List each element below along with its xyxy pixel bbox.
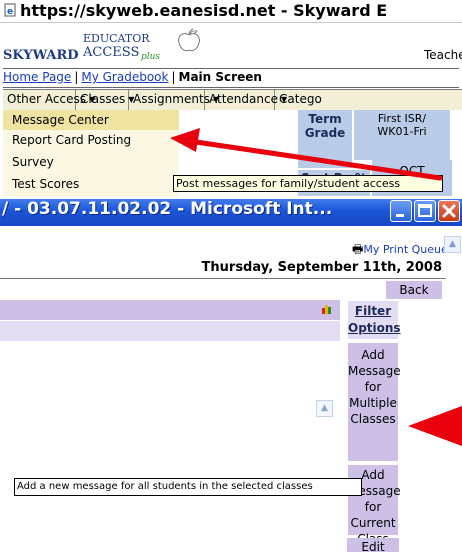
filter-label-line2: Options: [348, 321, 401, 335]
dropdown-item-test-scores[interactable]: Test Scores: [3, 174, 179, 194]
add-message-multiple-classes-button[interactable]: Add Message for Multiple Classes: [347, 342, 401, 462]
menu-classes-label: Classes: [80, 92, 126, 106]
breadcrumb-home-link[interactable]: Home Page: [3, 70, 71, 84]
printer-icon: 🖶: [352, 242, 364, 256]
class-subheader-band: [0, 321, 340, 341]
close-icon: [442, 204, 456, 218]
menu-attendance-label: Attendance: [209, 92, 278, 106]
back-button[interactable]: Back: [385, 280, 443, 300]
add-current-line3: for Current: [350, 500, 396, 530]
menu-attendance[interactable]: Attendance ▼: [205, 90, 287, 110]
assignment-header-line2: WK01-Fri: [377, 125, 427, 138]
assignment-header-cell[interactable]: First ISR/ WK01-Fri: [354, 110, 450, 160]
add-multi-line4: Classes: [350, 412, 396, 426]
filter-options-link[interactable]: Filter Options: [347, 300, 401, 340]
menu-bar: Other Access ▼ Classes ▼ Assignments ▼ Atte…: [3, 89, 462, 111]
window-title: / - 03.07.11.02.02 - Microsoft Int...: [2, 199, 333, 219]
window-title-url: https://skyweb.eanesisd.net - Skyward E: [20, 1, 388, 20]
apple-icon: [178, 28, 200, 52]
logo-educator-text: EDUCATOR: [83, 32, 150, 45]
scroll-up-icon[interactable]: ▲: [316, 400, 333, 417]
dropdown-item-message-center[interactable]: Message Center: [3, 110, 179, 130]
breadcrumb-separator: |: [171, 70, 176, 84]
menu-other-access-label: Other Access: [7, 92, 86, 106]
filter-label-line1: Filter: [354, 304, 392, 318]
scroll-up-icon[interactable]: ▲: [444, 236, 461, 253]
minimize-icon: [396, 214, 404, 217]
current-date: Thursday, September 11th, 2008: [201, 260, 442, 275]
chart-icon[interactable]: [321, 303, 333, 315]
add-multi-line1: Add: [361, 348, 385, 362]
ie-window-title-bar: / - 03.07.11.02.02 - Microsoft Int...: [0, 196, 462, 226]
top-screenshot-panel: e https://skyweb.eanesisd.net - Skyward …: [0, 0, 462, 196]
maximize-icon: [418, 204, 432, 217]
class-header-band: [0, 300, 340, 320]
breadcrumb-gradebook-link[interactable]: My Gradebook: [81, 70, 168, 84]
menu-other-access[interactable]: Other Access ▼: [3, 90, 95, 110]
add-message-tooltip: Add a new message for all students in th…: [14, 478, 362, 496]
dropdown-item-survey[interactable]: Survey: [3, 152, 179, 172]
bottom-screenshot-panel: / - 03.07.11.02.02 - Microsoft Int... 🖶M…: [0, 196, 462, 552]
teacher-label: Teache: [424, 48, 462, 62]
menu-categories-label: Catego: [279, 92, 322, 106]
menu-categories[interactable]: Catego: [275, 90, 462, 110]
term-grade-header[interactable]: Term Grade: [298, 110, 352, 168]
ie-page-icon: e: [4, 3, 16, 17]
menu-assignments-label: Assignments: [133, 92, 210, 106]
close-button[interactable]: [438, 200, 460, 222]
breadcrumb-current: Main Screen: [178, 70, 262, 84]
logo-access-text: ACCESS: [83, 45, 140, 60]
browser-title-bar: e https://skyweb.eanesisd.net - Skyward …: [0, 0, 462, 23]
svg-text:e: e: [7, 7, 13, 17]
panel-divider: [0, 196, 462, 199]
breadcrumb: Home Page | My Gradebook | Main Screen: [3, 68, 459, 88]
other-access-dropdown: Message Center Report Card Posting Surve…: [3, 110, 180, 196]
dropdown-item-report-card-posting[interactable]: Report Card Posting: [3, 130, 179, 150]
logo-plus-text: plus: [141, 52, 161, 62]
add-multi-line3: for Multiple: [349, 380, 397, 410]
menu-assignments[interactable]: Assignments ▼: [129, 90, 219, 110]
term-header-line1: Term: [308, 112, 342, 126]
add-multi-line2: Message: [348, 364, 401, 378]
edit-button[interactable]: Edit: [347, 538, 399, 552]
maximize-button[interactable]: [414, 200, 436, 222]
minimize-button[interactable]: [390, 200, 412, 222]
breadcrumb-separator: |: [74, 70, 79, 84]
date-row: Thursday, September 11th, 2008: [0, 258, 446, 279]
menu-classes[interactable]: Classes ▼: [76, 90, 134, 110]
assignment-header-line1: First ISR/: [377, 112, 427, 125]
print-queue-label: My Print Queue: [363, 243, 448, 256]
add-message-current-class-button[interactable]: Add Message for Current Class: [347, 464, 401, 546]
skyward-educator-access-logo: EDUCATOR SKYWARD ACCESS plus: [3, 28, 223, 72]
logo-skyward-text: SKYWARD: [3, 48, 79, 63]
term-header-line2: Grade: [304, 126, 346, 140]
message-center-tooltip: Post messages for family/student access: [173, 175, 443, 192]
